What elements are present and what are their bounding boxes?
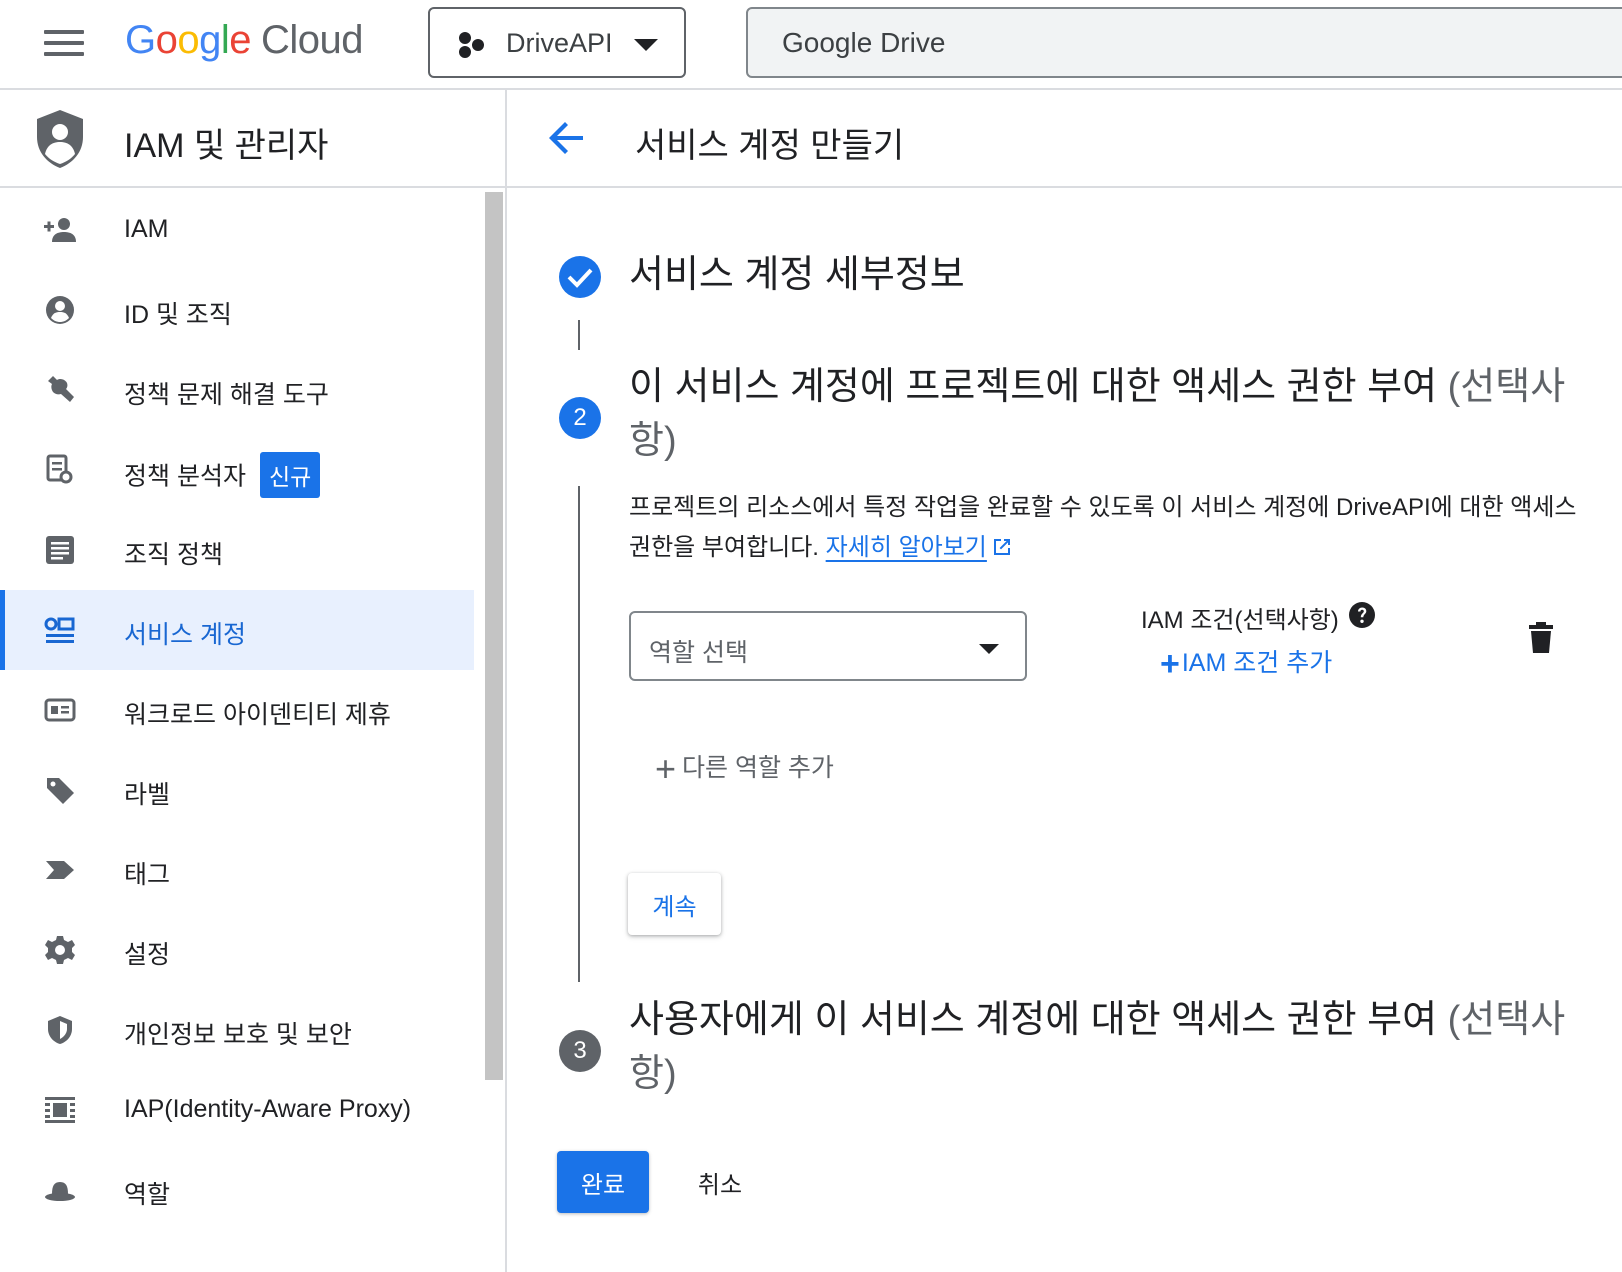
sidebar-item-roles[interactable]: 역할 xyxy=(0,1150,474,1230)
sidebar-item-privacy-security[interactable]: 개인정보 보호 및 보안 xyxy=(0,990,474,1070)
external-link-icon xyxy=(993,539,1010,555)
sidebar: IAM 및 관리자 IAM ID 및 조직 정책 문제 해결 도구 정책 분석자… xyxy=(0,90,507,1272)
plus-icon: + xyxy=(655,748,677,789)
person-add-icon xyxy=(44,218,76,242)
step-3-title[interactable]: 사용자에게 이 서비스 계정에 대한 액세스 권한 부여 (선택사항) xyxy=(629,993,1579,1101)
sidebar-item-policy-analyzer[interactable]: 정책 분석자 신규 xyxy=(0,430,474,510)
iap-icon xyxy=(45,1097,75,1123)
add-another-role-button[interactable]: + 다른 역할 추가 xyxy=(655,748,834,790)
page-title: 서비스 계정 만들기 xyxy=(635,127,905,165)
google-cloud-logo[interactable]: Google Cloud xyxy=(125,18,364,63)
sidebar-item-label: ID 및 조직 xyxy=(124,301,232,329)
step-2-number: 2 xyxy=(559,397,601,439)
article-icon xyxy=(46,536,74,564)
sidebar-header: IAM 및 관리자 xyxy=(0,90,505,188)
role-select-dropdown[interactable]: 역할 선택 xyxy=(629,611,1027,681)
sidebar-title: IAM 및 관리자 xyxy=(124,127,329,165)
main-menu-icon[interactable] xyxy=(44,30,84,58)
sidebar-item-label: 역할 xyxy=(124,1181,171,1209)
sidebar-item-policy-troubleshooter[interactable]: 정책 문제 해결 도구 xyxy=(0,350,474,430)
sidebar-item-label: 조직 정책 xyxy=(124,541,223,569)
sidebar-item-label: 서비스 계정 xyxy=(124,621,246,649)
project-picker[interactable]: DriveAPI xyxy=(428,7,686,78)
sidebar-item-label: 워크로드 아이덴티티 제휴 xyxy=(124,701,391,729)
step-complete-check-icon xyxy=(559,256,601,298)
dropdown-caret-icon xyxy=(634,39,658,51)
top-bar: Google Cloud DriveAPI xyxy=(0,0,1622,90)
id-card-icon xyxy=(44,698,76,722)
dropdown-caret-icon xyxy=(979,644,999,654)
gear-icon xyxy=(45,936,75,964)
step-connector xyxy=(578,320,580,350)
sidebar-item-iap[interactable]: IAP(Identity-Aware Proxy) xyxy=(0,1070,474,1150)
trash-icon[interactable] xyxy=(1528,622,1554,654)
add-iam-condition-button[interactable]: +IAM 조건 추가 xyxy=(1160,643,1332,684)
help-icon[interactable] xyxy=(1348,601,1376,629)
main-header: 서비스 계정 만들기 xyxy=(507,90,1622,188)
sidebar-item-label: 라벨 xyxy=(124,781,171,809)
step-connector xyxy=(578,486,580,982)
sidebar-item-settings[interactable]: 설정 xyxy=(0,910,474,990)
project-name: DriveAPI xyxy=(506,28,613,58)
step-2-description: 프로젝트의 리소스에서 특정 작업을 완료할 수 있도록 이 서비스 계정에 D… xyxy=(629,494,1577,561)
cancel-button[interactable]: 취소 xyxy=(678,1151,762,1213)
chevron-tag-icon xyxy=(46,861,74,879)
sidebar-scrollbar[interactable] xyxy=(485,192,503,1080)
back-arrow-icon[interactable] xyxy=(547,118,587,158)
service-account-icon xyxy=(44,617,75,643)
step-2-title[interactable]: 이 서비스 계정에 프로젝트에 대한 액세스 권한 부여 (선택사항) xyxy=(629,360,1579,468)
project-hexagons-icon xyxy=(459,32,484,58)
sidebar-item-org-policy[interactable]: 조직 정책 xyxy=(0,510,474,590)
iam-shield-icon xyxy=(37,110,83,168)
plus-icon: + xyxy=(1160,645,1180,683)
done-button[interactable]: 완료 xyxy=(557,1151,649,1213)
sidebar-item-tags[interactable]: 태그 xyxy=(0,830,474,910)
sidebar-item-label: 정책 문제 해결 도구 xyxy=(124,381,329,409)
sidebar-item-label: IAM xyxy=(124,215,169,243)
search-bar[interactable] xyxy=(746,7,1622,78)
policy-analyzer-icon xyxy=(46,454,73,484)
search-input[interactable] xyxy=(748,9,1622,76)
sidebar-item-identity-org[interactable]: ID 및 조직 xyxy=(0,270,474,350)
account-circle-icon xyxy=(46,296,74,324)
check-icon xyxy=(567,268,593,288)
role-select-placeholder: 역할 선택 xyxy=(649,639,748,667)
sidebar-item-workload-identity[interactable]: 워크로드 아이덴티티 제휴 xyxy=(0,670,474,750)
continue-button[interactable]: 계속 xyxy=(628,873,721,935)
sidebar-item-service-accounts[interactable]: 서비스 계정 xyxy=(0,590,474,670)
label-tag-icon xyxy=(47,778,74,804)
iam-condition-label: IAM 조건(선택사항) xyxy=(1141,607,1339,634)
new-badge: 신규 xyxy=(259,452,321,498)
sidebar-item-iam[interactable]: IAM xyxy=(0,190,474,270)
hat-icon xyxy=(45,1182,75,1201)
sidebar-nav: IAM ID 및 조직 정책 문제 해결 도구 정책 분석자 신규 조직 정책 … xyxy=(0,190,474,1230)
step-3-number: 3 xyxy=(559,1030,601,1072)
sidebar-item-label: 태그 xyxy=(124,861,171,889)
wrench-icon xyxy=(48,376,74,402)
sidebar-item-label: 정책 분석자 신규 xyxy=(124,452,321,501)
sidebar-item-label: 설정 xyxy=(124,941,171,969)
sidebar-item-labels[interactable]: 라벨 xyxy=(0,750,474,830)
learn-more-link[interactable]: 자세히 알아보기 xyxy=(826,534,987,561)
sidebar-item-label: 개인정보 보호 및 보안 xyxy=(124,1021,352,1049)
shield-icon xyxy=(48,1016,72,1044)
step-1-title[interactable]: 서비스 계정 세부정보 xyxy=(629,248,1579,302)
sidebar-item-label: IAP(Identity-Aware Proxy) xyxy=(124,1095,412,1123)
